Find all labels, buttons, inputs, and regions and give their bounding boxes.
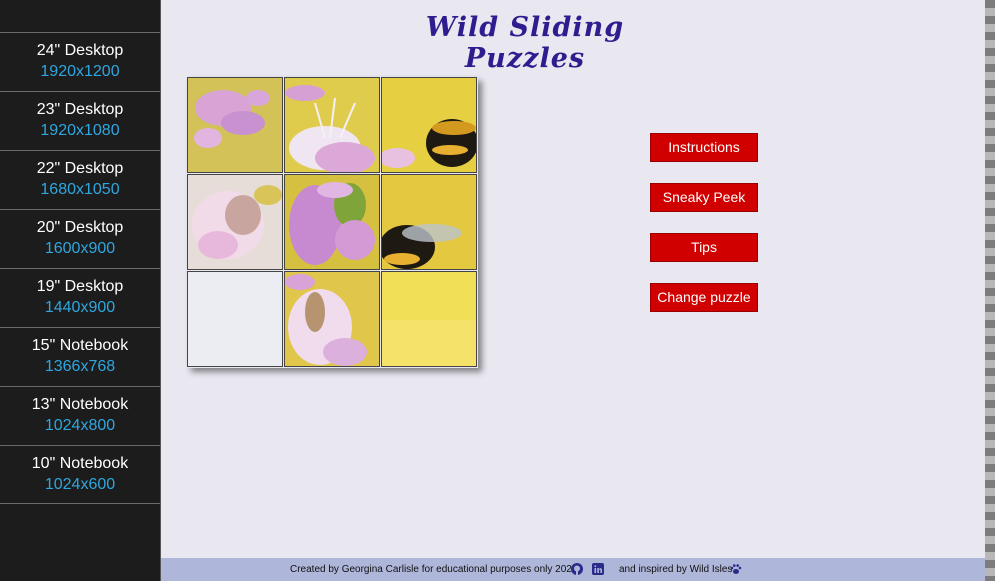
footer-inspired-text: and inspired by Wild Isles [619, 564, 733, 575]
sidebar-item-name: 13" Notebook [31, 396, 129, 413]
sidebar-item-resolution: 1024x800 [44, 417, 116, 434]
sidebar-item-13-notebook[interactable]: 13" Notebook 1024x800 [0, 386, 160, 444]
paw-icon[interactable] [730, 563, 742, 575]
sidebar-item-resolution: 1920x1200 [40, 63, 120, 80]
instructions-button[interactable]: Instructions [650, 133, 758, 162]
puzzle-tile[interactable] [284, 77, 380, 173]
sneaky-peek-button[interactable]: Sneaky Peek [650, 183, 758, 212]
sidebar-item-name: 24" Desktop [36, 42, 124, 59]
sidebar-item-15-notebook[interactable]: 15" Notebook 1366x768 [0, 327, 160, 385]
sidebar-item-resolution: 1600x900 [44, 240, 116, 257]
puzzle-empty-slot [187, 271, 283, 367]
sidebar-item-name: 15" Notebook [31, 337, 129, 354]
sidebar-item-10-notebook[interactable]: 10" Notebook 1024x600 [0, 445, 160, 503]
sidebar-item-22-desktop[interactable]: 22" Desktop 1680x1050 [0, 150, 160, 208]
puzzle-tile[interactable] [381, 271, 477, 367]
sidebar-item-resolution: 1366x768 [44, 358, 116, 375]
footer: Created by Georgina Carlisle for educati… [161, 558, 985, 581]
sidebar-item-resolution: 1440x900 [44, 299, 116, 316]
tips-button[interactable]: Tips [650, 233, 758, 262]
sidebar-item-23-desktop[interactable]: 23" Desktop 1920x1080 [0, 91, 160, 149]
sidebar-item-resolution: 1680x1050 [40, 181, 120, 198]
page-title: Wild Sliding Puzzles [425, 12, 625, 74]
puzzle-tile[interactable] [187, 77, 283, 173]
sidebar-item-resolution: 1920x1080 [40, 122, 120, 139]
sidebar-item-name: 10" Notebook [31, 455, 129, 472]
github-icon[interactable] [571, 563, 583, 575]
sidebar-divider [0, 503, 160, 504]
puzzle-board [187, 77, 478, 368]
sidebar-item-name: 22" Desktop [36, 160, 124, 177]
sidebar-item-20-desktop[interactable]: 20" Desktop 1600x900 [0, 209, 160, 267]
puzzle-tile[interactable] [381, 77, 477, 173]
puzzle-tile[interactable] [187, 174, 283, 270]
sidebar-item-name: 20" Desktop [36, 219, 124, 236]
sidebar-item-19-desktop[interactable]: 19" Desktop 1440x900 [0, 268, 160, 326]
footer-credit-text: Created by Georgina Carlisle for educati… [290, 564, 578, 575]
puzzle-tile[interactable] [284, 271, 380, 367]
sidebar-item-name: 23" Desktop [36, 101, 124, 118]
sidebar-item-24-desktop[interactable]: 24" Desktop 1920x1200 [0, 32, 160, 90]
puzzle-tile[interactable] [381, 174, 477, 270]
sidebar-item-resolution: 1024x600 [44, 476, 116, 493]
change-puzzle-button[interactable]: Change puzzle [650, 283, 758, 312]
scrollbar-track[interactable] [985, 0, 995, 581]
linkedin-icon[interactable] [592, 563, 604, 575]
puzzle-tile[interactable] [284, 174, 380, 270]
sidebar-item-name: 19" Desktop [36, 278, 124, 295]
resolution-sidebar: 24" Desktop 1920x1200 23" Desktop 1920x1… [0, 0, 161, 581]
